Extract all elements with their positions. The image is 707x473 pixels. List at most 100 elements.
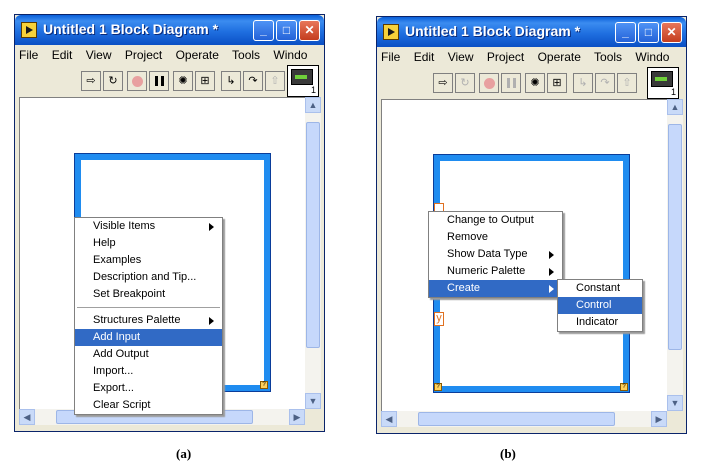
scroll-left-button[interactable]: ◀ — [19, 409, 35, 425]
highlight-bulb-icon[interactable]: ✺ — [525, 73, 545, 93]
step-out-icon[interactable]: ⇧ — [617, 73, 637, 93]
menu-item-help[interactable]: Help — [75, 235, 222, 252]
scroll-down-button[interactable]: ▼ — [305, 393, 321, 409]
submenu-arrow-icon — [549, 251, 554, 259]
menu-edit[interactable]: Edit — [52, 48, 73, 62]
submenu-item-constant[interactable]: Constant — [558, 280, 642, 297]
scroll-right-button[interactable]: ▶ — [289, 409, 305, 425]
menu-operate[interactable]: Operate — [538, 50, 581, 64]
caption-a: (a) — [176, 446, 192, 461]
menu-item-numeric-palette[interactable]: Numeric Palette — [429, 263, 562, 280]
labview-icon — [21, 22, 37, 38]
window-a: Untitled 1 Block Diagram * _ □ ✕ File Ed… — [14, 14, 325, 432]
submenu-arrow-icon — [209, 317, 214, 325]
vertical-scrollbar[interactable]: ▲ ▼ — [305, 97, 321, 409]
scroll-thumb-h[interactable] — [418, 412, 615, 426]
context-menu: Change to Output Remove Show Data Type N… — [428, 211, 563, 298]
submenu-item-control[interactable]: Control — [558, 297, 642, 314]
vi-icon-number: 1 — [670, 87, 676, 97]
menu-bar: File Edit View Project Operate Tools Win… — [19, 48, 317, 66]
retain-wire-icon[interactable]: ⊞ — [195, 71, 215, 91]
output-tunnel-right[interactable]: ? — [620, 383, 628, 391]
create-submenu: Constant Control Indicator — [557, 279, 643, 332]
scroll-thumb[interactable] — [668, 124, 682, 350]
menu-item-import[interactable]: Import... — [75, 363, 222, 380]
menu-file[interactable]: File — [381, 50, 400, 64]
menu-edit[interactable]: Edit — [414, 50, 435, 64]
menu-item-add-output[interactable]: Add Output — [75, 346, 222, 363]
abort-icon[interactable] — [479, 73, 499, 93]
highlight-bulb-icon[interactable]: ✺ — [173, 71, 193, 91]
run-broken-icon[interactable]: ⇨ — [433, 73, 453, 93]
menu-item-show-data-type[interactable]: Show Data Type — [429, 246, 562, 263]
vi-icon-number: 1 — [310, 85, 316, 95]
menu-bar: File Edit View Project Operate Tools Win… — [381, 50, 679, 68]
step-out-icon[interactable]: ⇧ — [265, 71, 285, 91]
scroll-up-button[interactable]: ▲ — [667, 99, 683, 115]
menu-separator — [77, 307, 220, 308]
abort-icon[interactable] — [127, 71, 147, 91]
step-over-icon[interactable]: ↷ — [595, 73, 615, 93]
minimize-button[interactable]: _ — [615, 22, 636, 43]
step-over-icon[interactable]: ↷ — [243, 71, 263, 91]
scroll-thumb[interactable] — [306, 122, 320, 348]
run-continuous-icon[interactable]: ↻ — [455, 73, 475, 93]
scroll-down-button[interactable]: ▼ — [667, 395, 683, 411]
menu-item-create[interactable]: Create — [429, 280, 562, 297]
labview-icon — [383, 24, 399, 40]
vi-icon[interactable]: 1 — [287, 65, 319, 97]
maximize-button[interactable]: □ — [276, 20, 297, 41]
window-title: Untitled 1 Block Diagram * — [405, 23, 581, 39]
menu-item-examples[interactable]: Examples — [75, 252, 222, 269]
close-button[interactable]: ✕ — [299, 20, 320, 41]
step-into-icon[interactable]: ↳ — [573, 73, 593, 93]
menu-item-description[interactable]: Description and Tip... — [75, 269, 222, 286]
run-arrow-icon[interactable]: ⇨ — [81, 71, 101, 91]
menu-item-add-input[interactable]: Add Input — [75, 329, 222, 346]
output-tunnel-left[interactable]: ? — [434, 383, 442, 391]
menu-tools[interactable]: Tools — [232, 48, 260, 62]
menu-item-structures-palette[interactable]: Structures Palette — [75, 312, 222, 329]
scroll-right-button[interactable]: ▶ — [651, 411, 667, 427]
minimize-button[interactable]: _ — [253, 20, 274, 41]
window-b: Untitled 1 Block Diagram * _ □ ✕ File Ed… — [376, 16, 687, 434]
menu-window[interactable]: Windo — [273, 48, 307, 62]
menu-view[interactable]: View — [86, 48, 112, 62]
submenu-arrow-icon — [549, 285, 554, 293]
window-title: Untitled 1 Block Diagram * — [43, 21, 219, 37]
submenu-arrow-icon — [209, 223, 214, 231]
maximize-button[interactable]: □ — [638, 22, 659, 43]
menu-file[interactable]: File — [19, 48, 38, 62]
vi-icon[interactable]: 1 — [647, 67, 679, 99]
caption-b: (b) — [500, 446, 516, 461]
title-bar[interactable]: Untitled 1 Block Diagram * _ □ ✕ — [377, 17, 686, 47]
input-terminal-y[interactable]: y — [434, 312, 444, 326]
pause-icon[interactable] — [501, 73, 521, 93]
pause-icon[interactable] — [149, 71, 169, 91]
horizontal-scrollbar[interactable]: ◀ ▶ — [381, 411, 667, 427]
menu-operate[interactable]: Operate — [176, 48, 219, 62]
run-continuous-icon[interactable]: ↻ — [103, 71, 123, 91]
step-into-icon[interactable]: ↳ — [221, 71, 241, 91]
retain-wire-icon[interactable]: ⊞ — [547, 73, 567, 93]
menu-tools[interactable]: Tools — [594, 50, 622, 64]
title-bar[interactable]: Untitled 1 Block Diagram * _ □ ✕ — [15, 15, 324, 45]
menu-window[interactable]: Windo — [635, 50, 669, 64]
output-tunnel[interactable]: ? — [260, 381, 268, 389]
vertical-scrollbar[interactable]: ▲ ▼ — [667, 99, 683, 411]
submenu-arrow-icon — [549, 268, 554, 276]
menu-project[interactable]: Project — [125, 48, 162, 62]
menu-item-export[interactable]: Export... — [75, 380, 222, 397]
submenu-item-indicator[interactable]: Indicator — [558, 314, 642, 331]
menu-project[interactable]: Project — [487, 50, 524, 64]
close-button[interactable]: ✕ — [661, 22, 682, 43]
menu-item-clear-script[interactable]: Clear Script — [75, 397, 222, 414]
scroll-up-button[interactable]: ▲ — [305, 97, 321, 113]
context-menu: Visible Items Help Examples Description … — [74, 217, 223, 415]
menu-view[interactable]: View — [448, 50, 474, 64]
menu-item-visible-items[interactable]: Visible Items — [75, 218, 222, 235]
menu-item-change-to-output[interactable]: Change to Output — [429, 212, 562, 229]
menu-item-remove[interactable]: Remove — [429, 229, 562, 246]
menu-item-set-breakpoint[interactable]: Set Breakpoint — [75, 286, 222, 303]
scroll-left-button[interactable]: ◀ — [381, 411, 397, 427]
